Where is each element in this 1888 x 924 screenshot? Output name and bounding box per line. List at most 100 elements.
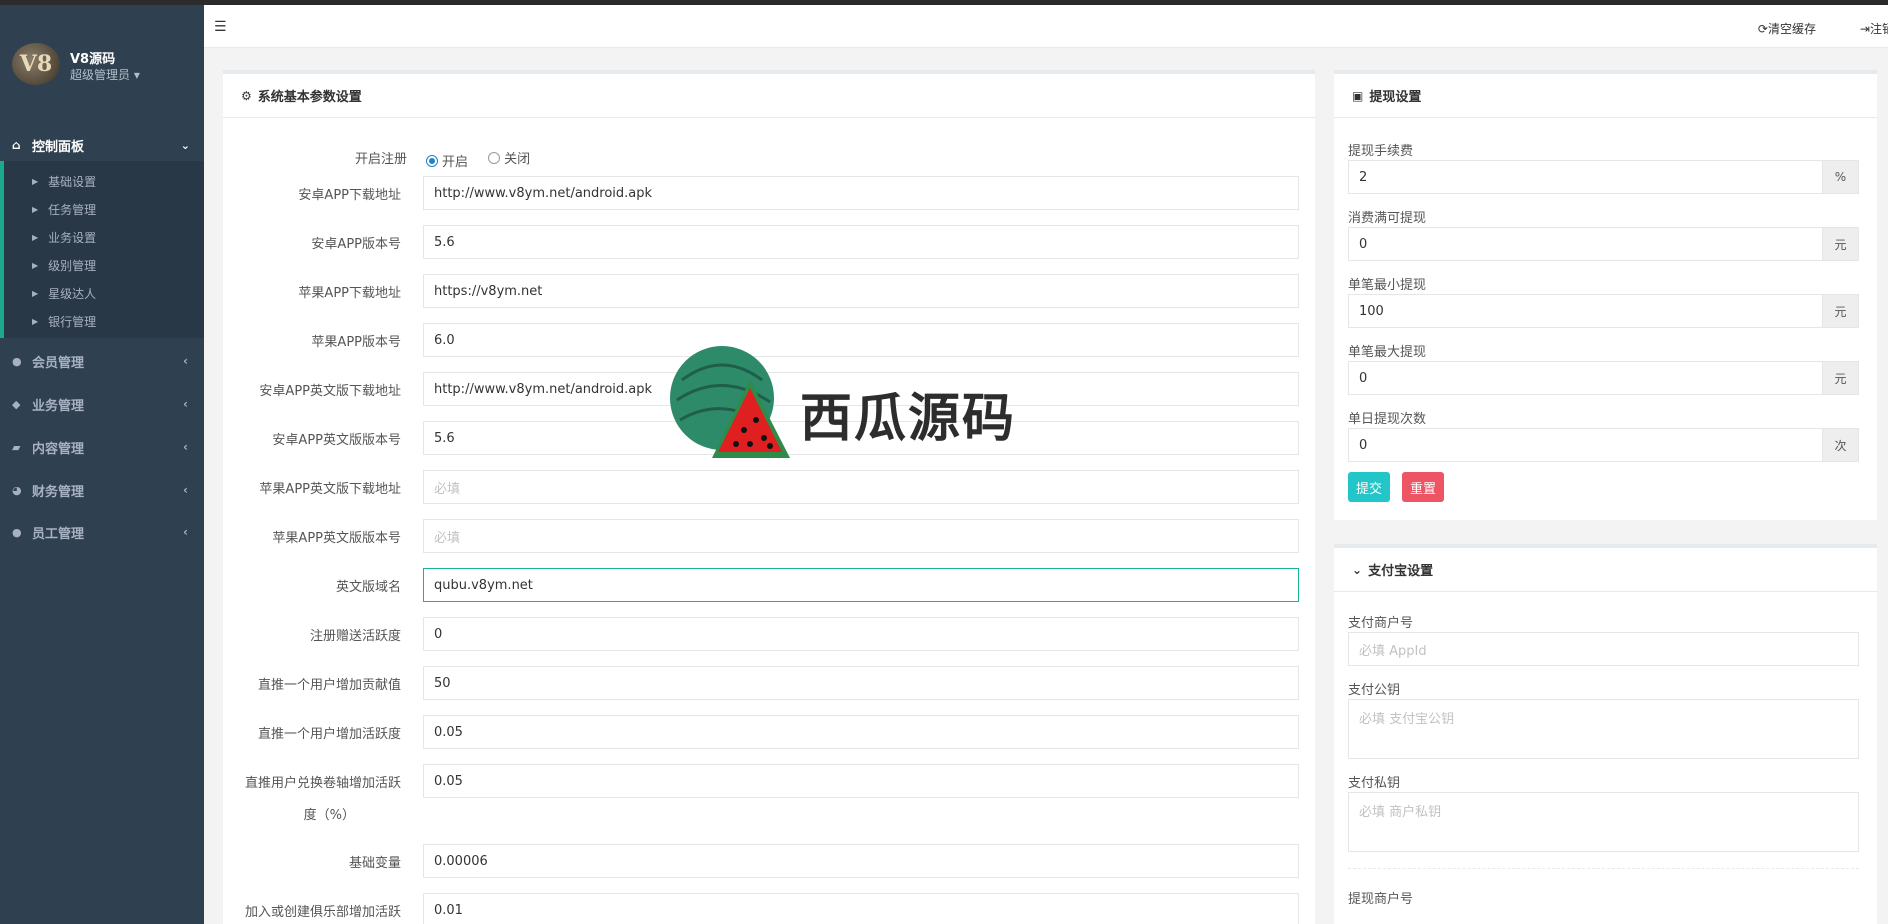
field-label: 直推一个用户增加贡献值 [257,678,401,693]
reset-button[interactable]: 重置 [1402,472,1445,502]
panel-title: 系统基本参数设置 [257,90,362,105]
field-label: 直推用户兑换卷轴增加活跃 [244,776,401,791]
radio-unchecked-icon [488,151,501,164]
field-label: 直推一个用户增加活跃度 [257,727,401,742]
withdraw-input-group: 0元 [1348,361,1859,395]
caret-right-icon: ▶ [32,176,39,186]
radio-off[interactable]: 关闭 [488,148,530,167]
system-settings-header: ⚙ 系统基本参数设置 [223,74,1315,118]
field-label: 苹果APP版本号 [311,335,401,350]
field-label: 加入或创建俱乐部增加活跃 [244,905,401,920]
profile: V8 V8源码 超级管理员 ▾ [0,5,204,120]
field-input[interactable]: https://v8ym.net [423,274,1299,308]
field-label: 安卓APP英文版版本号 [272,433,401,448]
chevron-left-icon: ‹ [183,354,188,368]
field-input[interactable]: 50 [423,666,1299,700]
withdraw-field-label: 单笔最大提现 [1348,345,1427,360]
subnav-item-stars[interactable]: ▶ 星级达人 [4,279,204,307]
field-input[interactable]: 0.05 [423,715,1299,749]
field-input[interactable]: 0.05 [423,764,1299,798]
field-input[interactable]: 必填 [423,470,1299,504]
field-input[interactable]: 0.00006 [423,844,1299,878]
refresh-icon: ⟳ [1757,22,1768,36]
radio-on[interactable]: 开启 [426,151,468,170]
field-label: 苹果APP英文版下载地址 [259,482,401,497]
withdraw-input[interactable]: 0 [1348,361,1823,395]
field-input[interactable]: 0 [423,617,1299,651]
caret-right-icon: ▶ [32,288,39,298]
withdraw-input[interactable]: 0 [1348,428,1823,462]
alipay-settings-header: ⌄ 支付宝设置 [1334,548,1877,592]
field-input[interactable]: qubu.v8ym.net [423,568,1299,602]
withdraw-field-label: 单笔最小提现 [1348,278,1427,293]
nav-label: 员工管理 [32,526,85,542]
chevron-left-icon: ‹ [183,440,188,454]
withdraw-input[interactable]: 2 [1348,160,1823,194]
nav-dashboard-label: 控制面板 [32,139,85,155]
nav-finance[interactable]: ◕ 财务管理 ‹ [0,470,204,510]
nav-members[interactable]: ● 会员管理 ‹ [0,341,204,381]
nav-label: 财务管理 [32,484,85,500]
nav-content[interactable]: ▰ 内容管理 ‹ [0,427,204,467]
withdraw-input-group: 100 元 [1348,294,1859,328]
user-role-dropdown[interactable]: 超级管理员 ▾ [70,66,140,83]
nav-business[interactable]: ◆ 业务管理 ‹ [0,384,204,424]
clear-cache-label: 清空缓存 [1767,22,1816,36]
subnav-item-basic-settings[interactable]: ▶ 基础设置 [4,167,204,195]
logout-label: 注销 [1869,22,1888,36]
subnav-label: 级别管理 [48,258,97,273]
gear-icon: ⚙ [241,88,252,103]
field-label: 安卓APP英文版下载地址 [259,384,401,399]
unit-addon: % [1823,160,1859,194]
clear-cache-button[interactable]: ⟳清空缓存 [1758,20,1816,37]
withdraw-settings-panel: ▣ 提现设置 提现手续费 2% 消费满可提现 0 元单笔最小提现 100 元单笔最大提现 0 元… [1334,70,1877,520]
subnav-item-business[interactable]: ▶ 业务设置 [4,223,204,251]
logout-button[interactable]: ⇥注销 [1860,20,1888,37]
nav-label: 业务管理 [32,398,85,414]
chevron-left-icon: ‹ [183,525,188,539]
submit-button[interactable]: 提交 [1348,472,1391,502]
sidebar: V8 V8源码 超级管理员 ▾ ⌂ 控制面板 ⌄ ▶ 基础设置 ▶ 任务管理 ▶ 业务… [0,0,204,924]
alipay-settings-panel: ⌄ 支付宝设置 支付商户号 必填 AppId 支付公钥 必填 支付宝公钥 支付私… [1334,544,1877,924]
withdraw-input[interactable]: 0 [1348,227,1823,261]
field-input[interactable]: http://www.v8ym.net/android.apk [423,176,1299,210]
nav-staff[interactable]: ● 员工管理 ‹ [0,512,204,552]
register-label: 开启注册 [354,152,407,167]
field-input[interactable]: 5.6 [423,225,1299,259]
subnav-item-tasks[interactable]: ▶ 任务管理 [4,195,204,223]
field-label: 注册赠送活跃度 [309,629,401,644]
field-label: 苹果APP下载地址 [298,286,401,301]
subnav-label: 银行管理 [48,314,97,329]
chevron-circle-down-icon: ⌄ [1352,562,1363,577]
pubkey-textarea[interactable]: 必填 支付宝公钥 [1348,699,1859,759]
unit-addon: 元 [1823,227,1859,261]
book-icon: ▰ [12,440,21,454]
subnav-item-levels[interactable]: ▶ 级别管理 [4,251,204,279]
panel-title: 支付宝设置 [1368,564,1434,579]
chevron-left-icon: ‹ [183,483,188,497]
menu-toggle-icon[interactable]: ☰ [214,19,227,35]
field-input[interactable]: 0.01 [423,893,1299,924]
user-icon: ● [12,354,22,368]
merchant-label: 支付商户号 [1348,616,1414,631]
brand-name: V8源码 [70,52,116,67]
topbar: ☰ ⟳清空缓存 ⇥注销 [204,0,1888,48]
radio-label: 开启 [442,155,469,170]
field-input[interactable]: 必填 [423,519,1299,553]
watermark: 西瓜源码 [652,340,1132,470]
field-label: 基础变量 [348,856,401,871]
register-radio-group: 开启 关闭 [426,148,546,170]
panel-title: 提现设置 [1369,90,1422,105]
privkey-textarea[interactable]: 必填 商户私钥 [1348,792,1859,852]
nav-dashboard[interactable]: ⌂ 控制面板 ⌄ [0,125,204,165]
withdraw-input-group: 0元 [1348,227,1859,261]
watermark-text: 西瓜源码 [800,389,1017,449]
radio-label: 关闭 [504,152,531,167]
home-icon: ⌂ [12,138,21,152]
pie-chart-icon: ◕ [12,483,22,497]
sign-out-icon: ⇥ [1859,22,1870,36]
logo: V8 [12,43,60,85]
subnav-item-banks[interactable]: ▶ 银行管理 [4,307,204,335]
withdraw-input[interactable]: 100 [1348,294,1823,328]
merchant-input[interactable]: 必填 AppId [1348,632,1859,666]
